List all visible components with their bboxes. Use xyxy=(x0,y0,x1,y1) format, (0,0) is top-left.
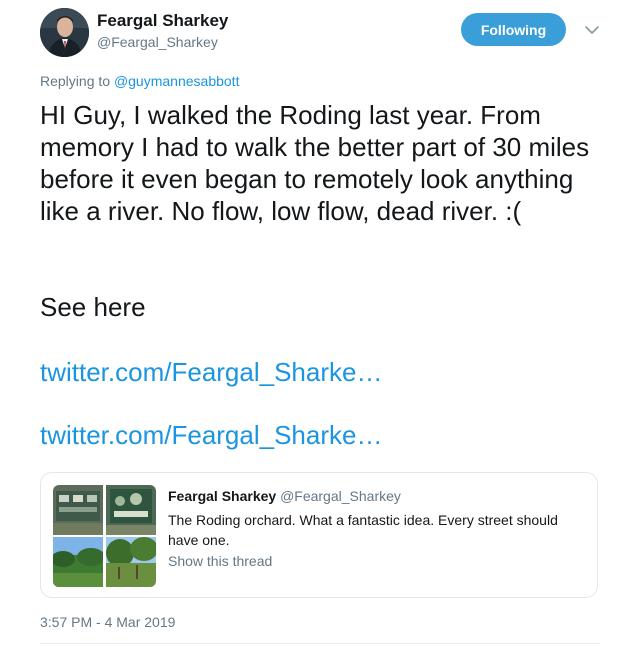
tweet-link-2[interactable]: twitter.com/Feargal_Sharke… xyxy=(40,420,382,451)
chevron-down-icon xyxy=(585,26,599,34)
tweet: Feargal Sharkey @Feargal_Sharkey Followi… xyxy=(0,0,640,647)
quoted-tweet-text: The Roding orchard. What a fantastic ide… xyxy=(168,512,558,548)
quoted-tweet-media[interactable] xyxy=(53,485,156,587)
replying-to-label: Replying to xyxy=(40,73,114,89)
quoted-author-handle: @Feargal_Sharkey xyxy=(280,488,401,504)
tweet-menu-button[interactable] xyxy=(584,22,600,38)
author-name[interactable]: Feargal Sharkey xyxy=(97,11,228,31)
media-thumbnail-2 xyxy=(106,485,156,535)
author-handle[interactable]: @Feargal_Sharkey xyxy=(97,34,218,50)
divider xyxy=(40,643,600,644)
media-thumbnail-3 xyxy=(53,537,103,587)
author-avatar[interactable] xyxy=(40,8,89,57)
quoted-tweet-author[interactable]: Feargal Sharkey @Feargal_Sharkey xyxy=(168,488,401,504)
show-thread-link[interactable]: Show this thread xyxy=(168,553,272,569)
tweet-text: HI Guy, I walked the Roding last year. F… xyxy=(40,100,590,226)
tweet-text-see-here: See here xyxy=(40,292,146,322)
following-button[interactable]: Following xyxy=(461,13,566,46)
profile-photo-icon xyxy=(40,8,89,57)
tweet-link-1[interactable]: twitter.com/Feargal_Sharke… xyxy=(40,357,382,388)
media-thumbnail-4 xyxy=(106,537,156,587)
quoted-tweet-card[interactable]: Feargal Sharkey @Feargal_Sharkey The Rod… xyxy=(40,472,598,598)
media-thumbnail-1 xyxy=(53,485,103,535)
replying-to: Replying to @guymannesabbott xyxy=(40,73,239,89)
tweet-timestamp[interactable]: 3:57 PM - 4 Mar 2019 xyxy=(40,614,175,630)
reply-mention-link[interactable]: @guymannesabbott xyxy=(114,73,240,89)
quoted-author-name: Feargal Sharkey xyxy=(168,488,277,504)
